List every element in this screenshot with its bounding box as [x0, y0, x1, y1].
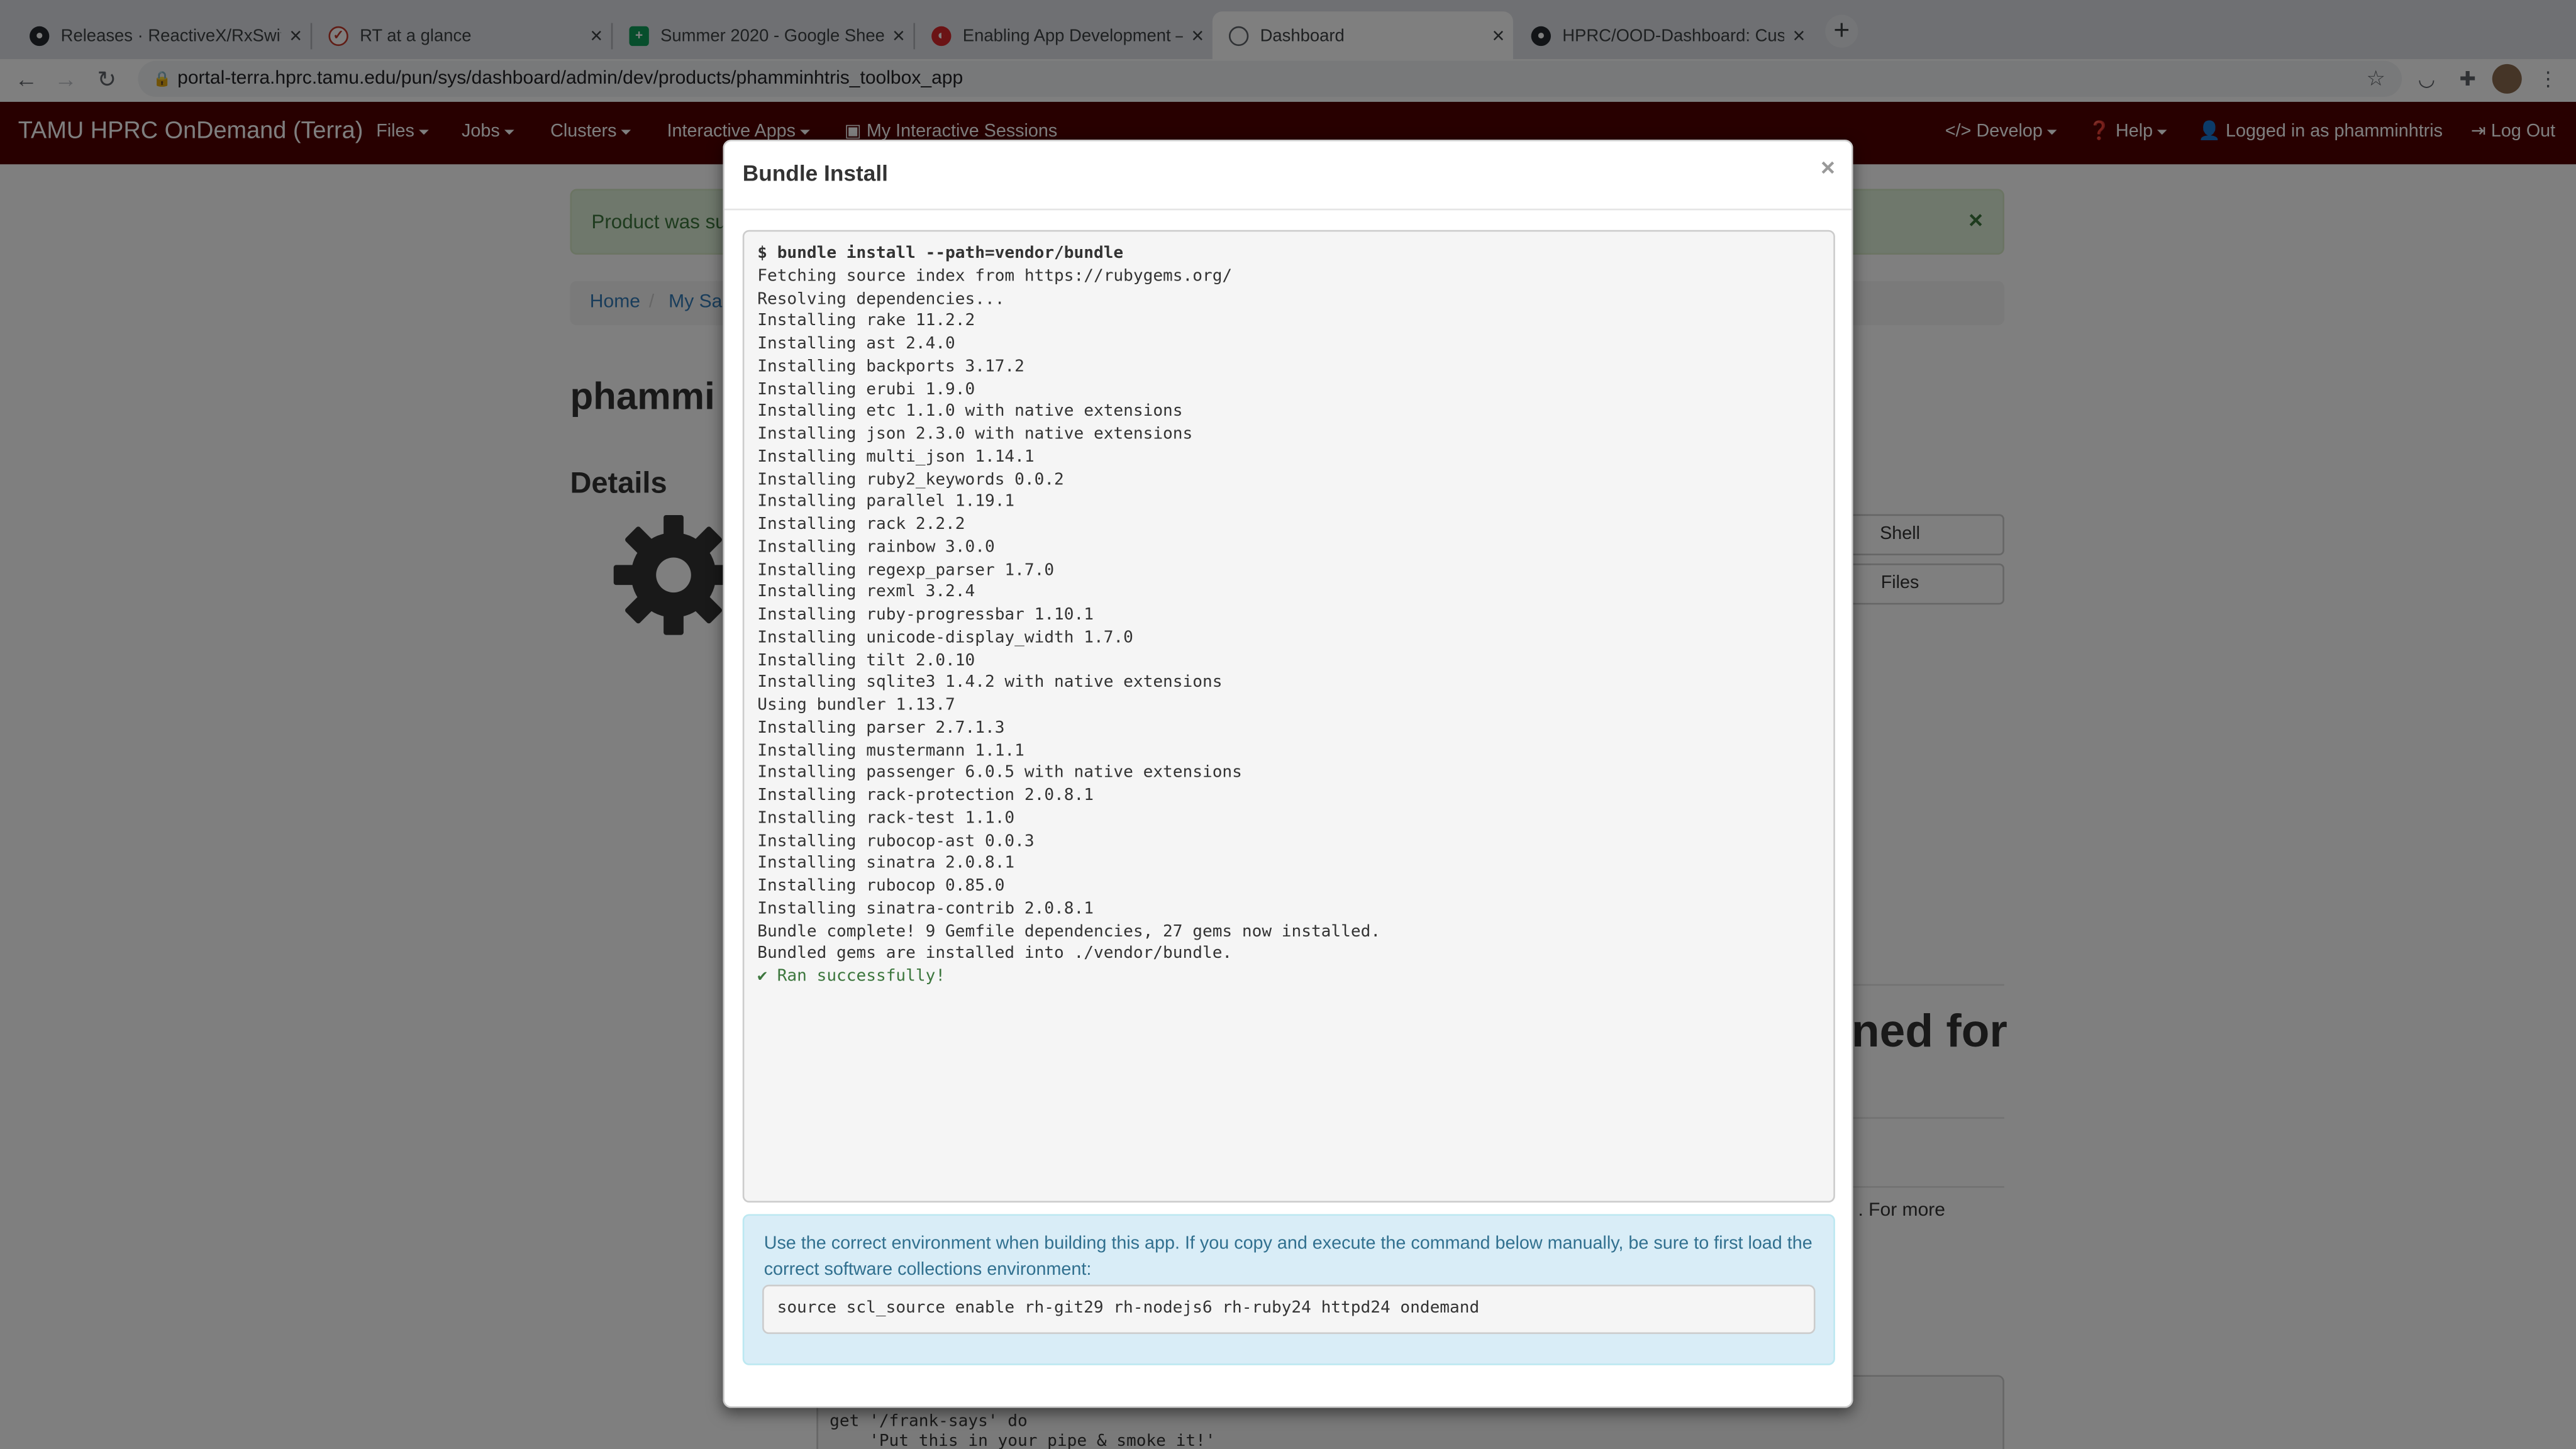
log-line: Installing rainbow 3.0.0 [757, 538, 995, 557]
modal-close-icon[interactable]: × [1821, 155, 1835, 182]
log-line: Installing unicode-display_width 1.7.0 [757, 628, 1133, 647]
log-line: Installing ast 2.4.0 [757, 335, 955, 353]
log-line: Bundled gems are installed into ./vendor… [757, 945, 1233, 963]
log-line: Installing rack-protection 2.0.8.1 [757, 787, 1094, 805]
log-line: Installing regexp_parser 1.7.0 [757, 561, 1055, 579]
log-line: Installing passenger 6.0.5 with native e… [757, 764, 1242, 783]
log-line: Installing sinatra 2.0.8.1 [757, 855, 1015, 873]
log-line: Installing rubocop-ast 0.0.3 [757, 832, 1035, 850]
log-line: Installing parallel 1.19.1 [757, 493, 1015, 512]
log-line: Fetching source index from https://rubyg… [757, 267, 1233, 286]
log-line: Installing json 2.3.0 with native extens… [757, 425, 1193, 444]
log-line: Installing tilt 2.0.10 [757, 651, 975, 670]
log-line: Installing ruby2_keywords 0.0.2 [757, 470, 1064, 489]
log-line: Resolving dependencies... [757, 290, 1005, 308]
modal-header: Bundle Install × [724, 142, 1852, 211]
log-line: Installing rubocop 0.85.0 [757, 877, 1005, 896]
log-line: Installing rexml 3.2.4 [757, 584, 975, 602]
log-line: Installing multi_json 1.14.1 [757, 448, 1035, 467]
log-line: Installing erubi 1.9.0 [757, 380, 975, 399]
log-line: Bundle complete! 9 Gemfile dependencies,… [757, 922, 1381, 941]
log-line: Installing etc 1.1.0 with native extensi… [757, 402, 1183, 421]
log-line: Installing backports 3.17.2 [757, 357, 1024, 376]
log-line: Installing sqlite3 1.4.2 with native ext… [757, 674, 1223, 692]
environment-info-alert: Use the correct environment when buildin… [742, 1214, 1835, 1365]
log-line: Installing ruby-progressbar 1.10.1 [757, 606, 1094, 625]
modal-title: Bundle Install [742, 161, 888, 186]
success-message: ✔ Ran successfully! [757, 967, 946, 986]
info-text: Use the correct environment when buildin… [763, 1233, 1813, 1279]
log-line: Installing mustermann 1.1.1 [757, 741, 1024, 760]
log-line: Installing parser 2.7.1.3 [757, 719, 1005, 738]
log-line: Installing rack 2.2.2 [757, 516, 965, 534]
log-line: Using bundler 1.13.7 [757, 696, 955, 715]
log-line: Installing rack-test 1.1.0 [757, 809, 1015, 828]
log-output-lines: Fetching source index from https://rubyg… [757, 266, 1833, 966]
log-command-line: $ bundle install --path=vendor/bundle [757, 245, 1124, 263]
screen: ● Releases · ReactiveX/RxSwift × ✓ RT at… [0, 0, 2576, 1449]
environment-command-box[interactable]: source scl_source enable rh-git29 rh-nod… [762, 1284, 1816, 1335]
bundle-install-modal: Bundle Install × $ bundle install --path… [723, 140, 1853, 1408]
command-output-log[interactable]: $ bundle install --path=vendor/bundle Fe… [742, 230, 1835, 1203]
log-line: Installing rake 11.2.2 [757, 312, 975, 331]
log-line: Installing sinatra-contrib 2.0.8.1 [757, 899, 1094, 918]
